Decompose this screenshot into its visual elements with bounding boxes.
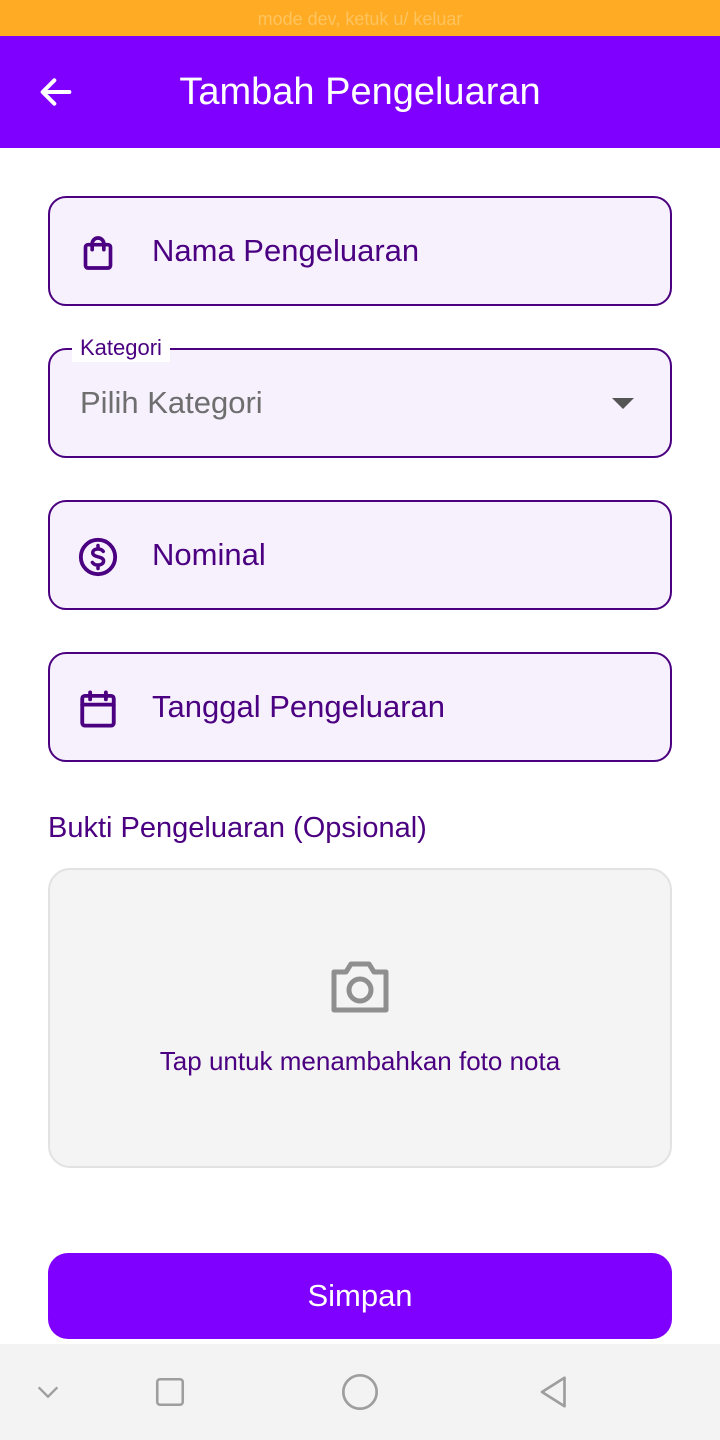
camera-icon [331, 961, 389, 1013]
shopping-bag-icon [76, 231, 120, 275]
nav-home-button[interactable] [338, 1370, 382, 1414]
category-selected-value: Pilih Kategori [80, 385, 263, 420]
amount-field[interactable]: Nominal [48, 500, 672, 610]
expense-date-field[interactable]: Tanggal Pengeluaran [48, 652, 672, 762]
save-button[interactable]: Simpan [48, 1253, 672, 1339]
dollar-circle-icon [76, 535, 120, 579]
chevron-down-icon [37, 1386, 59, 1399]
app-bar: Tambah Pengeluaran [0, 36, 720, 148]
expense-date-placeholder: Tanggal Pengeluaran [152, 689, 446, 724]
triangle-back-icon [540, 1376, 566, 1408]
square-icon [155, 1377, 185, 1407]
dev-mode-text: mode dev, ketuk u/ keluar [257, 9, 463, 29]
upload-hint-text: Tap untuk menambahkan foto nota [159, 1046, 561, 1076]
nav-collapse-button[interactable] [26, 1370, 70, 1414]
category-dropdown[interactable]: Kategori Pilih Kategori [48, 334, 672, 458]
dropdown-arrow-icon [612, 398, 634, 409]
nav-back-button[interactable] [532, 1370, 576, 1414]
page-title: Tambah Pengeluaran [179, 71, 541, 113]
calendar-icon [76, 687, 120, 731]
receipt-section-label: Bukti Pengeluaran (Opsional) [48, 812, 427, 844]
amount-placeholder: Nominal [152, 537, 266, 572]
expense-name-field[interactable]: Nama Pengeluaran [48, 196, 672, 306]
receipt-upload-area[interactable]: Tap untuk menambahkan foto nota [48, 868, 672, 1168]
system-navigation-bar [0, 1344, 720, 1440]
expense-name-placeholder: Nama Pengeluaran [152, 233, 420, 268]
nav-recents-button[interactable] [148, 1370, 192, 1414]
circle-icon [342, 1374, 378, 1410]
status-bar[interactable]: mode dev, ketuk u/ keluar [0, 0, 720, 36]
